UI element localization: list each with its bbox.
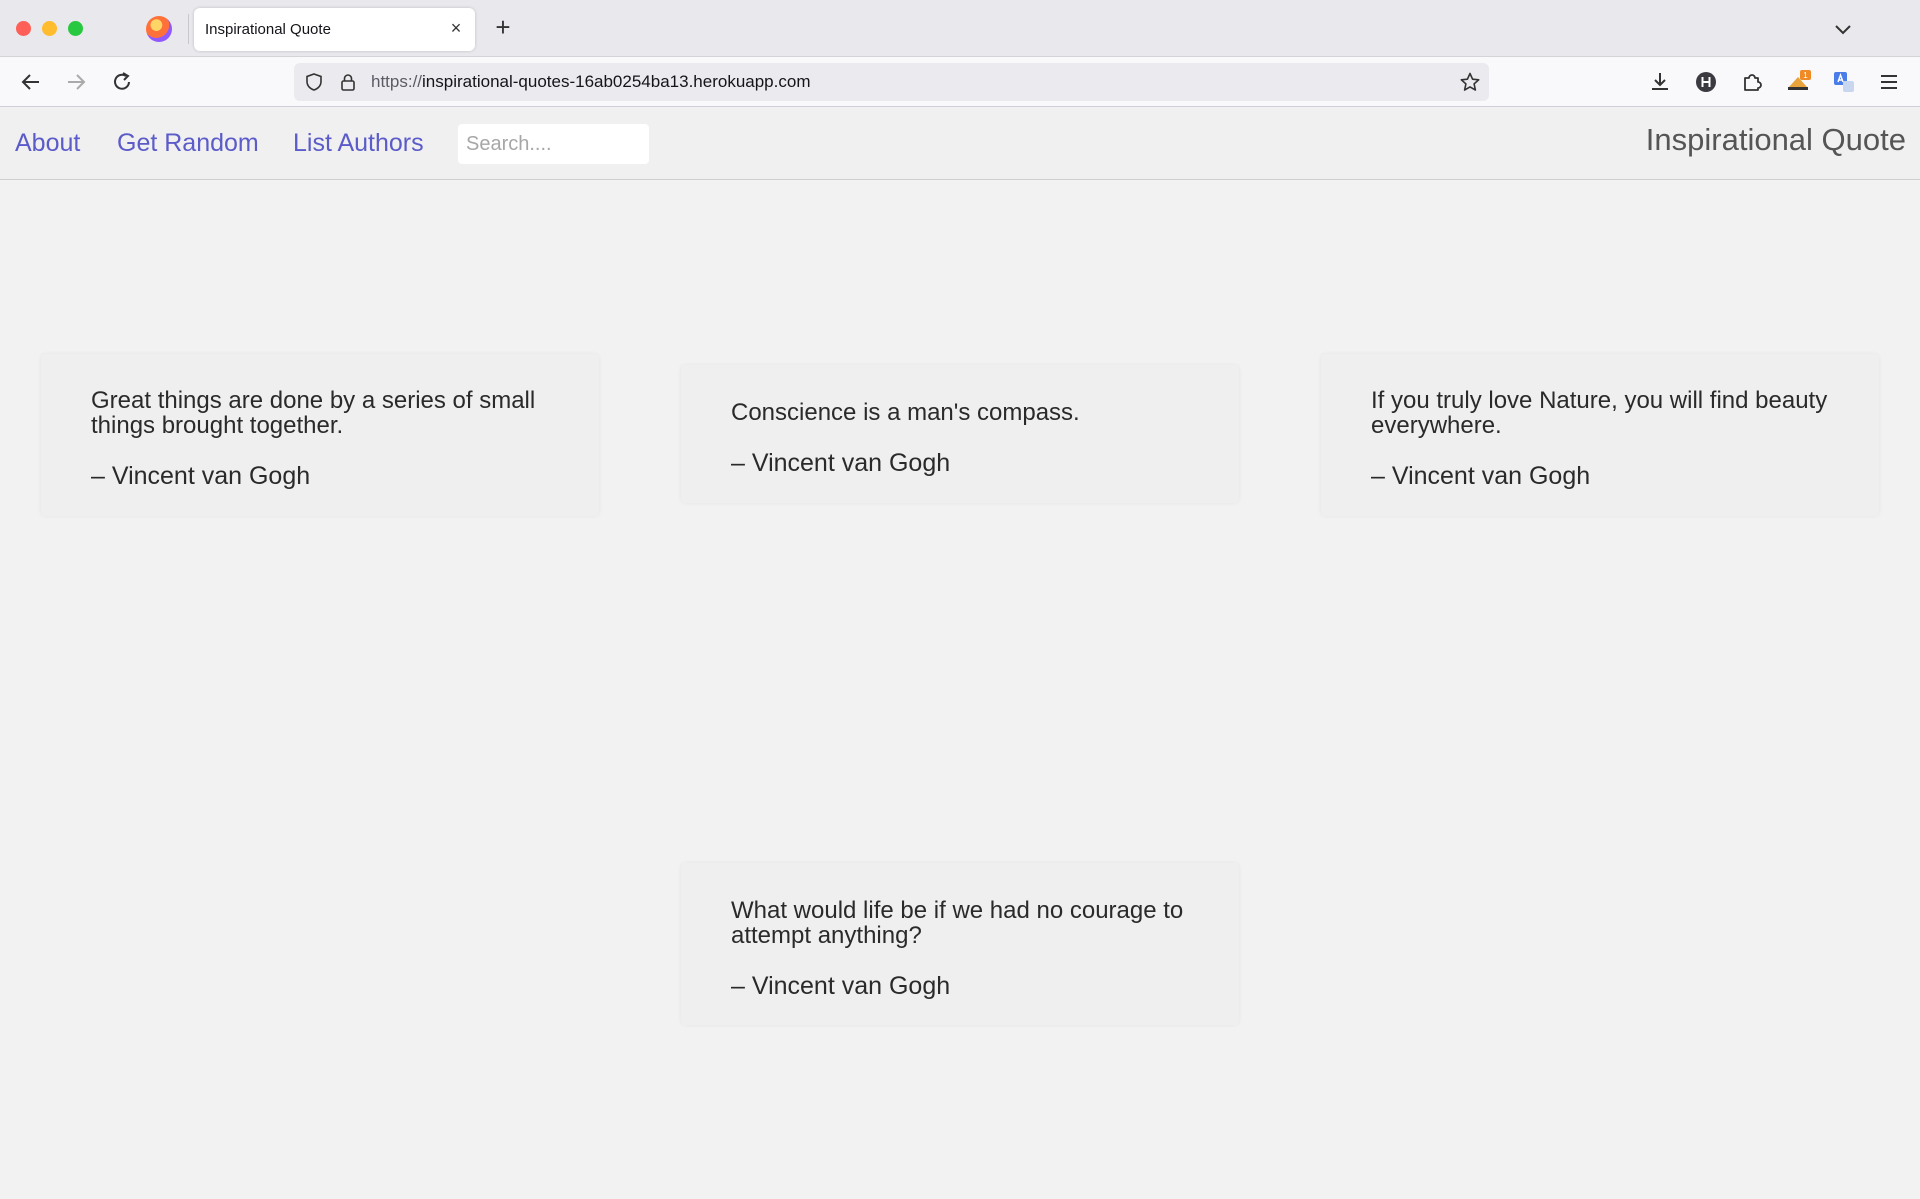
site-brand-title: Inspirational Quote xyxy=(1645,122,1906,157)
download-icon[interactable] xyxy=(1647,69,1673,95)
notification-extension-icon[interactable]: 1 xyxy=(1785,69,1811,95)
quote-author: – Vincent van Gogh xyxy=(731,972,951,1000)
search-input[interactable] xyxy=(458,124,649,164)
quote-text: Conscience is a man's compass. xyxy=(731,399,1080,426)
extension-badge-count: 1 xyxy=(1803,71,1808,80)
extensions-icon[interactable] xyxy=(1739,69,1765,95)
nav-list-authors-link[interactable]: List Authors xyxy=(293,129,424,158)
nav-get-random-link[interactable]: Get Random xyxy=(117,129,259,158)
window-close-button[interactable] xyxy=(16,21,31,36)
new-tab-icon[interactable]: + xyxy=(490,14,516,40)
lock-icon[interactable] xyxy=(338,72,358,92)
forward-arrow-icon[interactable] xyxy=(63,69,89,95)
reload-icon[interactable] xyxy=(109,69,135,95)
quote-card: Conscience is a man's compass. – Vincent… xyxy=(681,365,1239,503)
window-minimize-button[interactable] xyxy=(42,21,57,36)
window-zoom-button[interactable] xyxy=(68,21,83,36)
tab-list-chevron-icon[interactable] xyxy=(1830,16,1856,42)
h-extension-icon[interactable] xyxy=(1693,69,1719,95)
quote-text: If you truly love Nature, you will find … xyxy=(1371,387,1828,439)
quote-author: – Vincent van Gogh xyxy=(1371,462,1591,490)
quote-card: Great things are done by a series of sma… xyxy=(41,354,599,516)
url-protocol: https:// xyxy=(371,72,423,91)
firefox-view-icon[interactable] xyxy=(146,16,172,42)
browser-nav-bar: https://inspirational-quotes-16ab0254ba1… xyxy=(0,57,1920,107)
menu-icon[interactable] xyxy=(1876,69,1902,95)
url-bar[interactable]: https://inspirational-quotes-16ab0254ba1… xyxy=(294,63,1489,101)
browser-tab-active[interactable]: Inspirational Quote × xyxy=(194,8,475,51)
quote-text: What would life be if we had no courage … xyxy=(731,897,1184,949)
translate-extension-icon[interactable] xyxy=(1831,69,1857,95)
quote-author: – Vincent van Gogh xyxy=(731,449,951,477)
tab-separator xyxy=(188,14,189,44)
site-navbar: About Get Random List Authors Inspiratio… xyxy=(0,108,1920,180)
url-host: inspirational-quotes-16ab0254ba13.heroku… xyxy=(422,72,811,91)
browser-tab-bar: Inspirational Quote × + xyxy=(0,0,1920,57)
back-arrow-icon[interactable] xyxy=(18,69,44,95)
tab-close-icon[interactable]: × xyxy=(447,19,465,37)
url-text[interactable]: https://inspirational-quotes-16ab0254ba1… xyxy=(371,72,810,92)
quote-text: Great things are done by a series of sma… xyxy=(91,387,536,439)
nav-about-link[interactable]: About xyxy=(15,129,80,158)
quote-author: – Vincent van Gogh xyxy=(91,462,311,490)
tracking-protection-shield-icon[interactable] xyxy=(304,72,324,92)
quote-card: What would life be if we had no courage … xyxy=(681,863,1239,1025)
tab-title: Inspirational Quote xyxy=(205,21,331,38)
quote-card: If you truly love Nature, you will find … xyxy=(1321,354,1879,516)
bookmark-star-icon[interactable] xyxy=(1459,71,1481,93)
